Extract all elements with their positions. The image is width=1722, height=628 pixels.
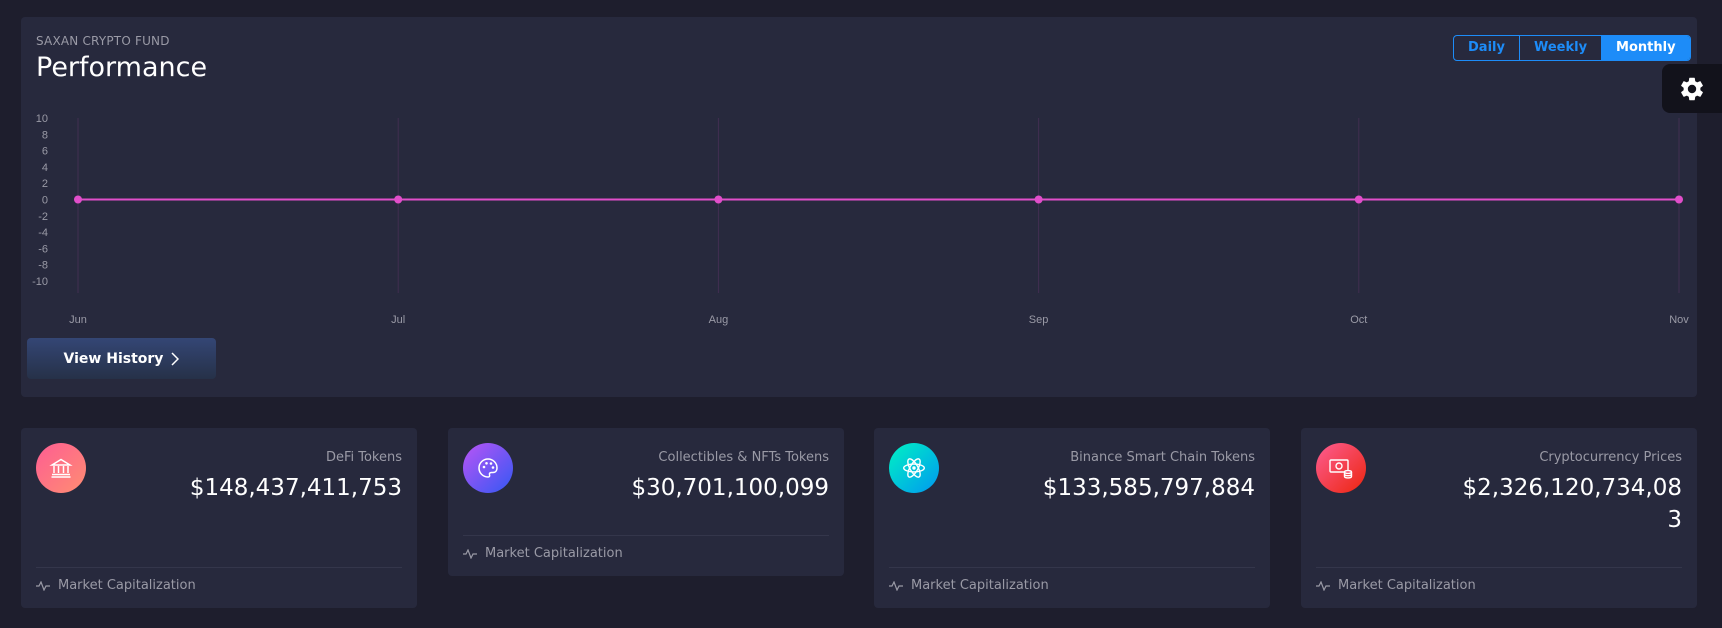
stat-footer: Market Capitalization [463,535,829,561]
y-tick-label: 2 [42,178,48,190]
stat-footer-label: Market Capitalization [1338,578,1476,593]
settings-toggle[interactable] [1662,64,1722,113]
y-tick-label: -8 [38,260,48,272]
pulse-icon [1316,580,1330,591]
y-tick-label: -10 [32,276,48,288]
x-tick-label: Aug [709,314,729,326]
gear-icon [1681,77,1703,100]
stat-footer: Market Capitalization [36,567,402,593]
data-point [1034,195,1043,204]
x-tick-label: Sep [1029,314,1049,326]
pulse-icon [463,548,477,559]
y-tick-label: -6 [38,243,48,255]
stat-value: $2,326,120,734,083 [1462,475,1682,533]
x-tick-label: Jul [391,314,405,326]
x-tick-label: Oct [1350,314,1367,326]
view-history-button[interactable]: View History [27,338,216,379]
stat-icon-badge [36,443,86,493]
stat-label: DeFi Tokens [325,450,402,465]
stat-card-nft: Collectibles & NFTs Tokens $30,701,100,0… [448,428,844,576]
stat-label: Binance Smart Chain Tokens [1070,450,1255,465]
y-tick-label: 6 [42,146,48,158]
data-point [74,195,82,204]
stat-footer: Market Capitalization [1316,567,1682,593]
y-tick-label: 0 [42,195,48,207]
chevron-right-icon [171,351,180,366]
performance-chart: 10 8 6 4 2 0 -2 -4 -6 -8 -10 Jun Jul Aug Sep Oct Nov [32,113,1689,326]
y-tick-label: -2 [38,211,48,223]
view-history-label: View History [63,350,164,367]
pulse-icon [889,580,903,591]
data-point [1354,195,1363,204]
y-tick-label: 4 [42,162,48,174]
stat-card-bsc: Binance Smart Chain Tokens $133,585,797,… [874,428,1270,608]
data-point [394,195,403,204]
data-point [714,195,723,204]
stat-value: $133,585,797,884 [1042,475,1255,501]
stat-value: $148,437,411,753 [189,475,402,501]
x-tick-label: Nov [1669,314,1689,326]
stat-value: $30,701,100,099 [631,475,829,501]
money-icon [1329,459,1353,479]
stat-label: Collectibles & NFTs Tokens [658,450,829,465]
stat-label: Cryptocurrency Prices [1539,450,1682,465]
performance-card: SAXAN CRYPTO FUND Performance Daily Week… [21,17,1697,397]
stat-icon-badge [1316,443,1366,493]
stat-icon-badge [889,443,939,493]
stat-card-defi: DeFi Tokens $148,437,411,753 Market Capi… [21,428,417,608]
stat-footer: Market Capitalization [889,567,1255,593]
pulse-icon [36,580,50,591]
stat-card-prices: Cryptocurrency Prices $2,326,120,734,083… [1301,428,1697,608]
stat-footer-label: Market Capitalization [911,578,1049,593]
stat-icon-badge [463,443,513,493]
y-tick-label: -4 [38,227,48,239]
atom-icon [903,458,925,478]
stat-footer-label: Market Capitalization [485,546,623,561]
y-tick-label: 10 [36,113,48,125]
palette-icon [478,458,498,478]
stat-footer-label: Market Capitalization [58,578,196,593]
data-point [1675,195,1683,204]
x-tick-label: Jun [69,314,87,326]
y-tick-label: 8 [42,129,48,141]
bank-icon [49,458,73,478]
